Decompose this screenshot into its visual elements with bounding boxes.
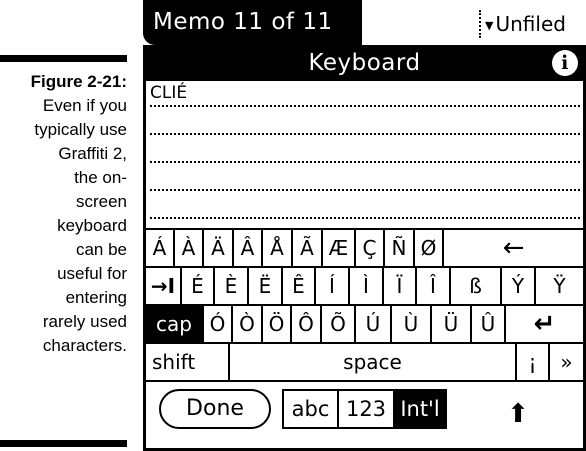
keyboard-title: Keyboard (308, 50, 421, 76)
caption-line: rarely used (42, 312, 127, 331)
caption-line: screen (75, 192, 127, 211)
caption-line: the on- (74, 168, 127, 187)
caps-key[interactable]: cap (146, 306, 204, 342)
key[interactable]: Ù (392, 306, 432, 342)
palm-screen: Memo 11 of 11 ▼ Unfiled Keyboard i CLIÉ Á… (143, 0, 586, 451)
key[interactable]: É (182, 268, 215, 304)
key[interactable]: ß (451, 268, 502, 304)
mode-abc-button[interactable]: abc (284, 391, 339, 427)
keyboard-header: Keyboard i (143, 45, 586, 81)
key[interactable]: » (550, 344, 583, 380)
done-button[interactable]: Done (159, 389, 271, 429)
key[interactable]: Ï (384, 268, 417, 304)
key[interactable]: Û (472, 306, 506, 342)
caption-line: keyboard (57, 216, 127, 235)
key[interactable]: È (215, 268, 249, 304)
text-line (150, 109, 580, 135)
key[interactable]: Ä (204, 230, 234, 266)
key[interactable]: Ó (204, 306, 233, 342)
caption-line: typically use (34, 120, 127, 139)
key[interactable]: Õ (322, 306, 356, 342)
key[interactable]: Å (263, 230, 293, 266)
backspace-key[interactable]: ← (444, 230, 583, 266)
tab-key[interactable]: →I (146, 268, 182, 304)
text-line: CLIÉ (150, 81, 580, 107)
key[interactable]: Ÿ (536, 268, 583, 304)
mode-intl-button[interactable]: Int'l (395, 391, 445, 427)
text-line (150, 165, 580, 191)
key[interactable]: Á (146, 230, 175, 266)
key[interactable]: ¡ (517, 344, 550, 380)
key[interactable]: Ü (432, 306, 472, 342)
key[interactable]: Î (417, 268, 451, 304)
dropdown-arrow-icon: ▼ (485, 18, 494, 32)
caption-line: useful for (57, 264, 127, 283)
category-picker[interactable]: ▼ Unfiled (479, 10, 566, 38)
keyboard-row-4: shift space ¡ » (146, 342, 583, 382)
keyboard-mode-selector: abc 123 Int'l (282, 389, 447, 429)
caption-rule-bottom (0, 440, 127, 447)
mode-123-button[interactable]: 123 (339, 391, 395, 427)
key[interactable]: Ô (292, 306, 322, 342)
keyboard-row-1: Á À Ä Â Å Ã Æ Ç Ñ Ø ← (146, 228, 583, 266)
text-line (150, 137, 580, 163)
key[interactable]: Ú (356, 306, 392, 342)
figure-caption: Figure 2-21: Even if you typically use G… (0, 70, 127, 358)
return-key[interactable]: ↵ (506, 306, 583, 342)
key[interactable]: Â (234, 230, 263, 266)
caption-line: Even if you (42, 96, 127, 115)
caption-line: Graffiti 2, (58, 144, 127, 163)
text-line (150, 193, 580, 219)
caption-rule-top (0, 55, 127, 62)
key[interactable]: Ã (293, 230, 323, 266)
info-icon[interactable]: i (552, 50, 578, 76)
key[interactable]: Æ (323, 230, 356, 266)
caption-line: characters. (42, 336, 127, 355)
category-label: Unfiled (495, 12, 566, 36)
keyboard-row-2: →I É È Ë Ê Í Ì Ï Î ß Ý Ÿ (146, 266, 583, 304)
shift-arrow-icon[interactable]: ⬆ (503, 397, 533, 431)
key[interactable]: À (175, 230, 204, 266)
key[interactable]: Í (316, 268, 350, 304)
key[interactable]: Ö (263, 306, 292, 342)
key[interactable]: Ç (356, 230, 385, 266)
shift-key[interactable]: shift (146, 344, 230, 380)
caption-line: entering (65, 288, 127, 307)
key[interactable]: Ñ (385, 230, 415, 266)
caption-line: can be (75, 240, 127, 259)
key[interactable]: Ê (283, 268, 316, 304)
key[interactable]: Ë (249, 268, 283, 304)
memo-text-field[interactable]: CLIÉ (146, 81, 583, 224)
title-bar: Memo 11 of 11 ▼ Unfiled (143, 0, 586, 45)
memo-title[interactable]: Memo 11 of 11 (143, 0, 362, 45)
key[interactable]: Ý (502, 268, 536, 304)
keyboard-row-3: cap Ó Ò Ö Ô Õ Ú Ù Ü Û ↵ (146, 304, 583, 342)
figure-label: Figure 2-21: (30, 72, 127, 91)
key[interactable]: Ø (415, 230, 444, 266)
space-key[interactable]: space (230, 344, 517, 380)
key[interactable]: Ì (350, 268, 384, 304)
key[interactable]: Ò (233, 306, 263, 342)
onscreen-keyboard: Á À Ä Â Å Ã Æ Ç Ñ Ø ← →I É È Ë Ê Í Ì Ï Î… (146, 228, 583, 382)
